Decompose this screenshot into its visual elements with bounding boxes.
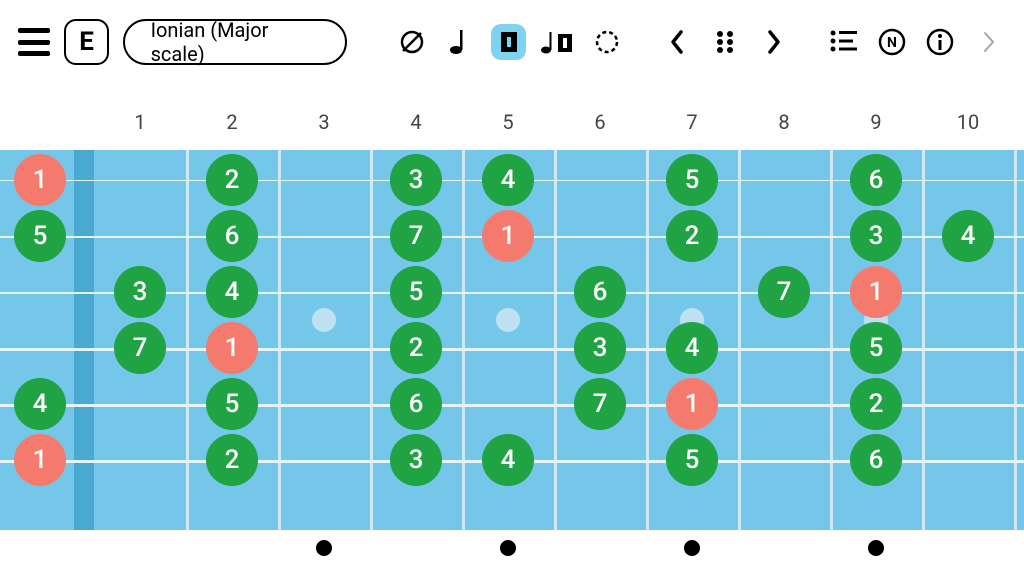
scale-note[interactable]: 4 xyxy=(666,322,718,374)
scale-note[interactable]: 7 xyxy=(114,322,166,374)
chevron-left-icon[interactable] xyxy=(660,24,694,60)
note-interval-icon[interactable] xyxy=(540,24,576,60)
note-names-circle-icon[interactable]: N xyxy=(875,24,909,60)
scale-note[interactable]: 3 xyxy=(390,434,442,486)
scale-note[interactable]: 3 xyxy=(574,322,626,374)
fret-wire xyxy=(830,150,833,530)
scale-note[interactable]: 5 xyxy=(14,210,66,262)
scale-note[interactable]: 5 xyxy=(850,322,902,374)
fret-wire xyxy=(738,150,741,530)
fret-dot-marker xyxy=(684,540,700,556)
scale-note[interactable]: 3 xyxy=(390,154,442,206)
scale-note[interactable]: 7 xyxy=(574,378,626,430)
scale-note[interactable]: 2 xyxy=(390,322,442,374)
scale-name-button[interactable]: Ionian (Major scale) xyxy=(123,19,348,65)
fret-wire xyxy=(278,150,281,530)
scale-note[interactable]: 7 xyxy=(758,266,810,318)
fret-dot-marker xyxy=(500,540,516,556)
fret-number: 5 xyxy=(502,110,513,134)
info-circle-icon[interactable] xyxy=(923,24,957,60)
toolbar: E Ionian (Major scale) N xyxy=(0,0,1024,80)
empty-circle-icon[interactable] xyxy=(395,24,429,60)
fret-wire xyxy=(1014,150,1017,530)
scale-note[interactable]: 6 xyxy=(850,154,902,206)
scale-note[interactable]: 2 xyxy=(206,434,258,486)
fretboard-inlay xyxy=(312,308,336,332)
svg-text:N: N xyxy=(887,35,897,51)
fretboard-area: 1234567891011 12345675671234345671271234… xyxy=(0,110,1024,576)
menu-icon[interactable] xyxy=(18,28,50,56)
scale-note[interactable]: 2 xyxy=(850,378,902,430)
interval-mode-icon[interactable] xyxy=(491,24,525,60)
scale-note[interactable]: 6 xyxy=(574,266,626,318)
fretboard[interactable]: 1234567567123434567127123456456712312345… xyxy=(0,150,1024,530)
fretboard-inlay xyxy=(496,308,520,332)
fret-dot-marker xyxy=(316,540,332,556)
scale-note[interactable]: 5 xyxy=(666,154,718,206)
fret-wire xyxy=(370,150,373,530)
six-dots-icon[interactable] xyxy=(708,24,742,60)
scale-note[interactable]: 6 xyxy=(206,210,258,262)
nut xyxy=(74,150,94,530)
scale-note[interactable]: 7 xyxy=(390,210,442,262)
note-icon[interactable] xyxy=(443,24,477,60)
root-note[interactable]: 1 xyxy=(206,322,258,374)
fret-numbers-row: 1234567891011 xyxy=(0,110,1024,146)
scale-note[interactable]: 4 xyxy=(206,266,258,318)
fret-number: 1 xyxy=(134,110,145,134)
fret-wire xyxy=(554,150,557,530)
fret-wire xyxy=(186,150,189,530)
scale-note[interactable]: 5 xyxy=(390,266,442,318)
fret-number: 3 xyxy=(318,110,329,134)
fret-number: 9 xyxy=(870,110,881,134)
scale-note[interactable]: 2 xyxy=(206,154,258,206)
scale-note[interactable]: 4 xyxy=(14,378,66,430)
root-key-button[interactable]: E xyxy=(64,19,108,65)
scale-note[interactable]: 2 xyxy=(666,210,718,262)
scale-note[interactable]: 4 xyxy=(482,434,534,486)
fret-dot-marker xyxy=(868,540,884,556)
dashed-circle-icon[interactable] xyxy=(590,24,624,60)
root-note[interactable]: 1 xyxy=(666,378,718,430)
scale-note[interactable]: 6 xyxy=(850,434,902,486)
fret-wire xyxy=(922,150,925,530)
scale-note[interactable]: 4 xyxy=(482,154,534,206)
fret-number: 10 xyxy=(957,110,979,134)
root-note[interactable]: 1 xyxy=(850,266,902,318)
root-note[interactable]: 1 xyxy=(14,434,66,486)
root-note[interactable]: 1 xyxy=(482,210,534,262)
scale-note[interactable]: 5 xyxy=(666,434,718,486)
scale-note[interactable]: 5 xyxy=(206,378,258,430)
fret-number: 4 xyxy=(410,110,421,134)
fret-wire xyxy=(646,150,649,530)
fret-dot-markers-row xyxy=(0,530,1024,570)
fret-number: 2 xyxy=(226,110,237,134)
scale-note[interactable]: 3 xyxy=(850,210,902,262)
fret-wire xyxy=(462,150,465,530)
scale-note[interactable]: 3 xyxy=(114,266,166,318)
scale-note[interactable]: 4 xyxy=(942,210,994,262)
fret-number: 7 xyxy=(686,110,697,134)
root-note[interactable]: 1 xyxy=(14,154,66,206)
chevron-right-icon[interactable] xyxy=(756,24,790,60)
scale-note[interactable]: 6 xyxy=(390,378,442,430)
overflow-chevron-right-icon[interactable] xyxy=(972,24,1006,60)
fret-number: 8 xyxy=(778,110,789,134)
fret-number: 6 xyxy=(594,110,605,134)
levels-icon[interactable] xyxy=(826,24,860,60)
